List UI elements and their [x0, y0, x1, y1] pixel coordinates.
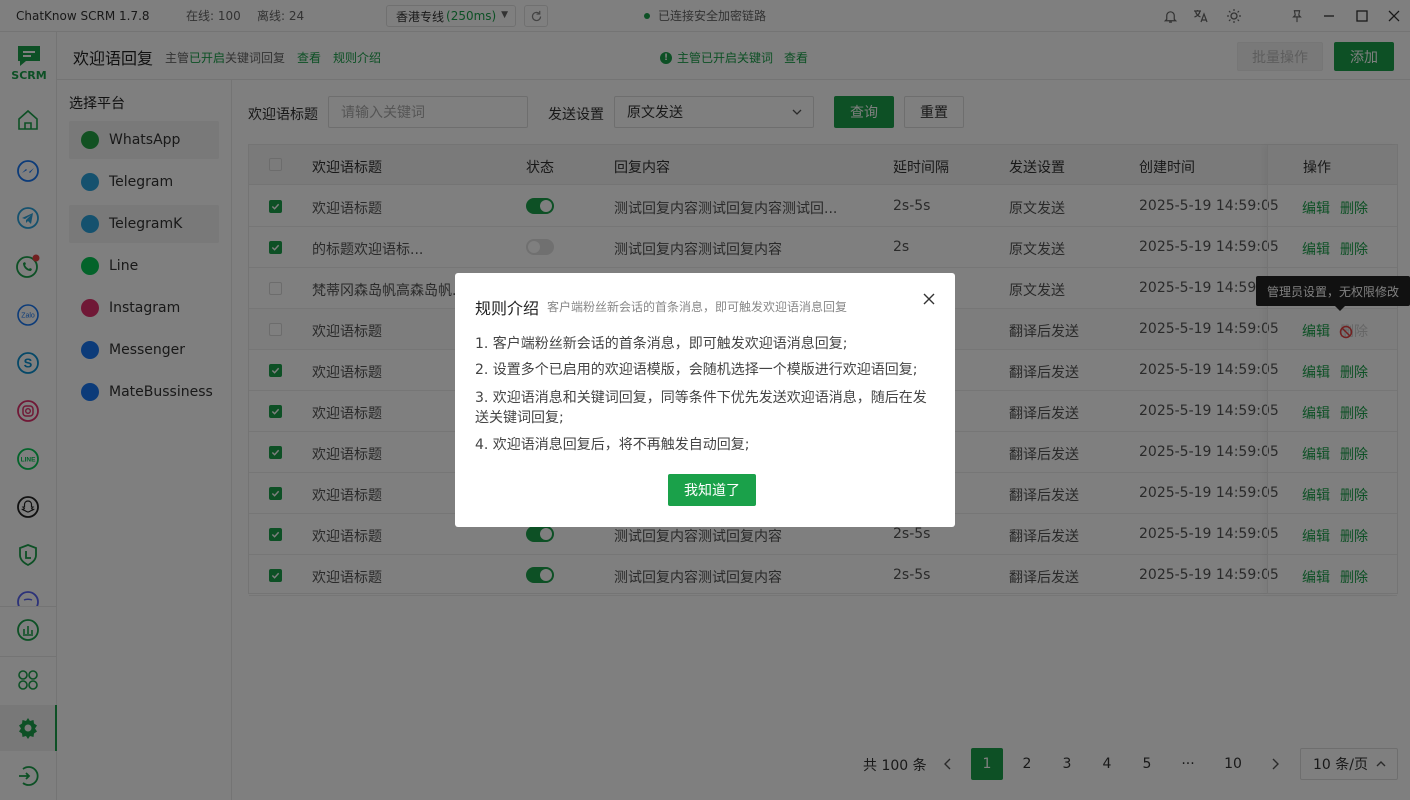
rule-item: 2. 设置多个已启用的欢迎语模版，会随机选择一个模版进行欢迎语回复; — [475, 362, 918, 378]
ok-button[interactable]: 我知道了 — [668, 474, 756, 506]
modal-subtitle: 客户端粉丝新会话的首条消息，即可触发欢迎语消息回复 — [547, 300, 848, 314]
rules-modal: 规则介绍 客户端粉丝新会话的首条消息，即可触发欢迎语消息回复 1. 客户端粉丝新… — [455, 273, 955, 527]
modal-title: 规则介绍 — [475, 299, 540, 318]
modal-close-icon[interactable] — [921, 291, 937, 307]
rule-item: 3. 欢迎语消息和关键词回复，同等条件下优先发送欢迎语消息，随后在发送关键词回复… — [475, 390, 927, 426]
rule-item: 4. 欢迎语消息回复后，将不再触发自动回复; — [475, 437, 750, 453]
rule-item: 1. 客户端粉丝新会话的首条消息，即可触发欢迎语消息回复; — [475, 336, 848, 352]
